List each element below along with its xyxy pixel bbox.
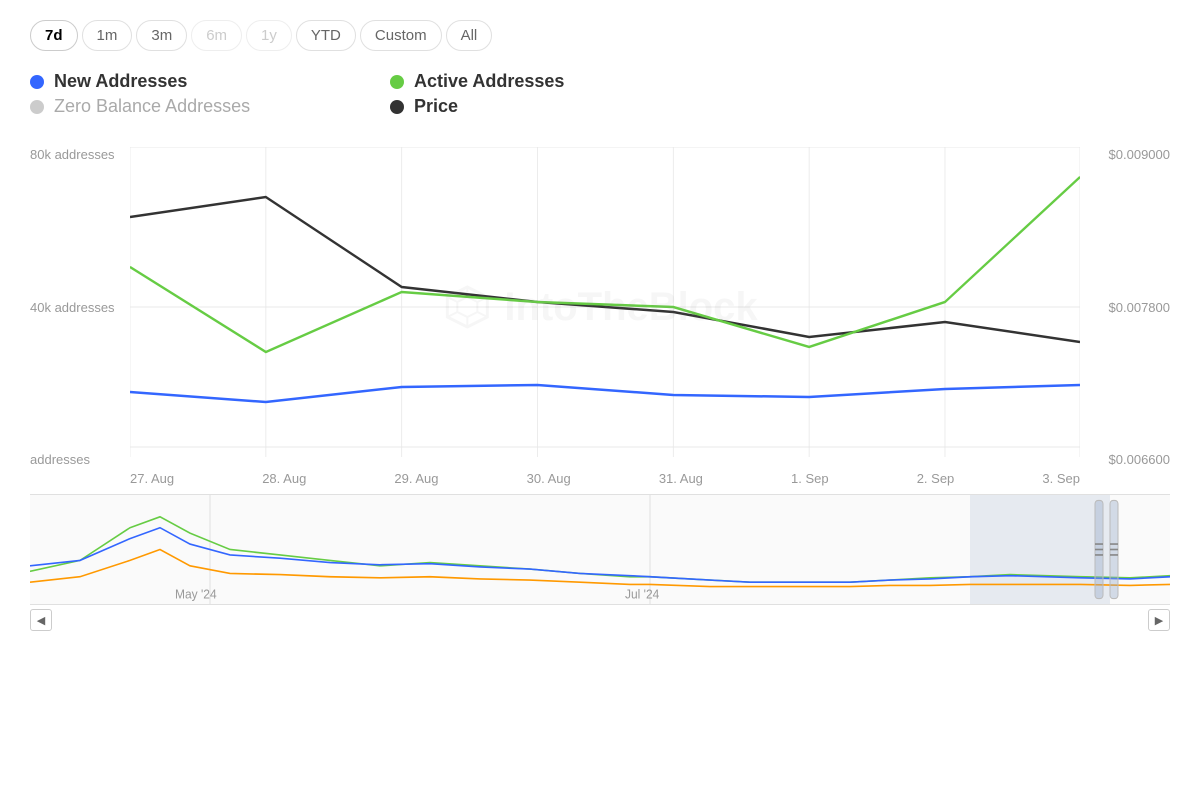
- y-axis-left: 80k addresses 40k addresses addresses: [30, 147, 115, 467]
- x-label-7: 3. Sep: [1042, 471, 1080, 486]
- legend-dot-2: [30, 100, 44, 114]
- main-chart-area: IntoTheBlock 80k addresses 40k addresses…: [30, 147, 1170, 467]
- time-btn-6m: 6m: [191, 20, 242, 51]
- legend-item-0[interactable]: New Addresses: [30, 71, 370, 92]
- time-btn-ytd[interactable]: YTD: [296, 20, 356, 51]
- y-right-top: $0.009000: [1109, 147, 1170, 162]
- main-container: 7d1m3m6m1yYTDCustomAll New Addresses Acti…: [0, 0, 1200, 800]
- legend-dot-0: [30, 75, 44, 89]
- legend-label-1: Active Addresses: [414, 71, 564, 92]
- time-btn-custom[interactable]: Custom: [360, 20, 442, 51]
- legend-item-3[interactable]: Price: [390, 96, 730, 117]
- x-label-4: 31. Aug: [659, 471, 703, 486]
- x-label-3: 30. Aug: [527, 471, 571, 486]
- x-label-5: 1. Sep: [791, 471, 829, 486]
- scroll-track[interactable]: [56, 609, 1144, 631]
- x-label-0: 27. Aug: [130, 471, 174, 486]
- x-axis-labels: 27. Aug 28. Aug 29. Aug 30. Aug 31. Aug …: [30, 471, 1170, 486]
- legend-label-2: Zero Balance Addresses: [54, 96, 250, 117]
- main-chart-svg: [30, 147, 1170, 467]
- legend-label-3: Price: [414, 96, 458, 117]
- legend-item-1[interactable]: Active Addresses: [390, 71, 730, 92]
- svg-text:Jul '24: Jul '24: [625, 587, 659, 602]
- overview-chart-area: May '24 Jul '24: [30, 494, 1170, 604]
- time-btn-1y: 1y: [246, 20, 292, 51]
- svg-text:May '24: May '24: [175, 587, 217, 602]
- time-btn-all[interactable]: All: [446, 20, 493, 51]
- time-btn-7d[interactable]: 7d: [30, 20, 78, 51]
- y-left-bot: addresses: [30, 452, 115, 467]
- y-left-mid: 40k addresses: [30, 300, 115, 315]
- scrollbar: ◀ ▶: [30, 604, 1170, 635]
- scroll-right-arrow[interactable]: ▶: [1148, 609, 1170, 631]
- chart-legend: New Addresses Active Addresses Zero Balanc…: [30, 71, 730, 117]
- overview-svg: May '24 Jul '24: [30, 495, 1170, 604]
- time-btn-1m[interactable]: 1m: [82, 20, 133, 51]
- time-btn-3m[interactable]: 3m: [136, 20, 187, 51]
- legend-dot-1: [390, 75, 404, 89]
- y-right-bot: $0.006600: [1109, 452, 1170, 467]
- x-label-1: 28. Aug: [262, 471, 306, 486]
- x-label-6: 2. Sep: [917, 471, 955, 486]
- y-axis-right: $0.009000 $0.007800 $0.006600: [1109, 147, 1170, 467]
- x-label-2: 29. Aug: [394, 471, 438, 486]
- y-right-mid: $0.007800: [1109, 300, 1170, 315]
- scroll-left-arrow[interactable]: ◀: [30, 609, 52, 631]
- time-range-selector: 7d1m3m6m1yYTDCustomAll: [30, 20, 1170, 51]
- legend-item-2[interactable]: Zero Balance Addresses: [30, 96, 370, 117]
- y-left-top: 80k addresses: [30, 147, 115, 162]
- legend-label-0: New Addresses: [54, 71, 187, 92]
- legend-dot-3: [390, 100, 404, 114]
